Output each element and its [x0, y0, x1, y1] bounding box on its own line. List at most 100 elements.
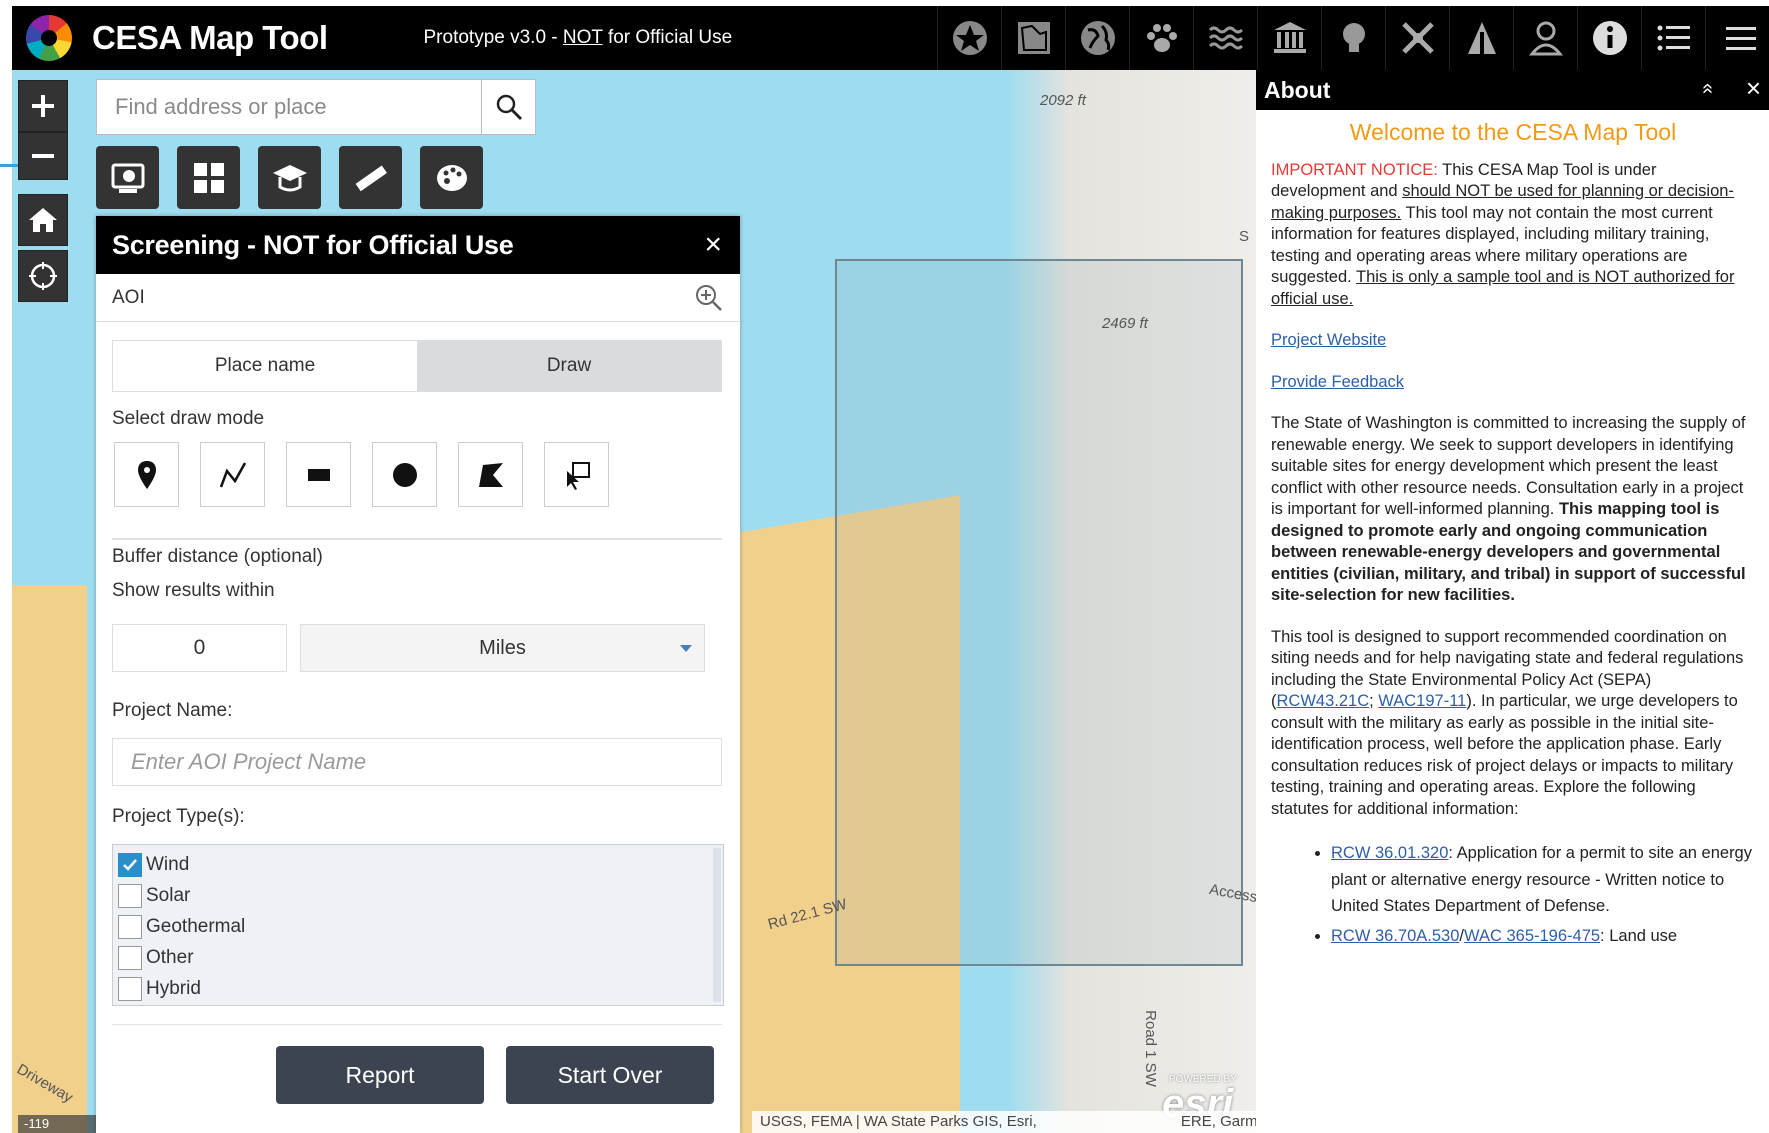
water-icon[interactable]: [1193, 6, 1257, 70]
about-panel-header: About « ×: [1256, 70, 1769, 110]
draw-rectangle-button[interactable]: [286, 442, 351, 507]
star-icon[interactable]: [937, 6, 1001, 70]
draw-circle-button[interactable]: [372, 442, 437, 507]
project-name-input[interactable]: [113, 739, 721, 785]
elevation-label: 2092 ft: [1040, 92, 1086, 109]
list-scrollbar[interactable]: [713, 848, 721, 1002]
search-input[interactable]: [97, 80, 481, 134]
circle-icon: [392, 462, 417, 487]
subtitle-prefix: Prototype v3.0 -: [423, 27, 563, 48]
separator-text: ;: [1369, 692, 1379, 710]
statute-link[interactable]: RCW 36.01.320: [1331, 844, 1448, 862]
point-icon: [137, 460, 156, 489]
elevation-label: 2469 ft: [1102, 315, 1148, 332]
notice-label: IMPORTANT NOTICE:: [1271, 160, 1438, 179]
attribution-right: ERE, Garmin, FAO, NOAA, USGS, Bure: [1180, 1113, 1257, 1130]
list-item[interactable]: Other: [113, 942, 723, 973]
polyline-icon: [219, 461, 246, 487]
aoi-rectangle[interactable]: [835, 259, 1243, 966]
tower-icon[interactable]: [1449, 6, 1513, 70]
layers-icon[interactable]: [1001, 6, 1065, 70]
about-close-button[interactable]: ×: [1746, 73, 1761, 104]
screening-tool-button[interactable]: [96, 146, 159, 209]
welcome-heading: Welcome to the CESA Map Tool: [1349, 119, 1677, 145]
checkmark-icon: [123, 858, 137, 871]
screening-icon: [111, 163, 144, 193]
show-results-label: Show results within: [112, 580, 275, 601]
wac-link[interactable]: WAC197-11: [1378, 692, 1466, 710]
draw-polygon-button[interactable]: [458, 442, 523, 507]
home-button[interactable]: [18, 194, 68, 246]
zoom-out-button[interactable]: [18, 132, 68, 180]
zoom-to-icon[interactable]: [694, 283, 724, 313]
basemap-gallery-button[interactable]: [177, 146, 240, 209]
cesa-logo-icon: [26, 15, 72, 61]
graduation-cap-icon: [272, 164, 307, 191]
checkbox-solar[interactable]: [118, 883, 142, 908]
buffer-unit-select[interactable]: Miles: [300, 624, 705, 672]
paw-icon[interactable]: [1129, 6, 1193, 70]
list-item[interactable]: Solar: [113, 880, 723, 911]
subtitle-not: NOT: [562, 27, 603, 48]
link-row: Provide Feedback: [1271, 372, 1755, 394]
menu-icon[interactable]: [1705, 6, 1769, 70]
list-item[interactable]: Geothermal: [113, 911, 723, 942]
user-icon[interactable]: [1513, 6, 1577, 70]
education-button[interactable]: [258, 146, 321, 209]
panel-close-button[interactable]: ×: [704, 230, 722, 260]
draw-point-button[interactable]: [114, 442, 179, 507]
about-title: About: [1264, 76, 1331, 103]
about-panel: About « × Welcome to the CESA Map Tool I…: [1256, 70, 1769, 1133]
tab-draw[interactable]: Draw: [417, 341, 721, 391]
collapse-icon[interactable]: «: [1696, 83, 1719, 94]
important-notice: IMPORTANT NOTICE: This CESA Map Tool is …: [1271, 160, 1755, 311]
search-button[interactable]: [481, 80, 535, 134]
aoi-section-header[interactable]: AOI: [96, 274, 740, 322]
statute-link[interactable]: WAC 365-196-475: [1464, 927, 1600, 945]
project-name-label: Project Name:: [112, 700, 233, 721]
aoi-label: AOI: [112, 286, 145, 308]
search-bar: [96, 79, 536, 135]
header-toolbar: [937, 6, 1769, 70]
draw-mode-buttons: [114, 442, 609, 507]
start-over-button[interactable]: Start Over: [506, 1046, 714, 1104]
widget-toolbar: [96, 146, 483, 209]
locate-button[interactable]: [18, 250, 68, 302]
checkbox-hybrid[interactable]: [118, 976, 142, 1001]
aoi-mode-tabs: Place name Draw: [112, 340, 722, 392]
provide-feedback-link[interactable]: Provide Feedback: [1271, 373, 1404, 391]
list-item[interactable]: Wind: [113, 849, 723, 880]
report-button[interactable]: Report: [276, 1046, 484, 1104]
buffer-unit-value: Miles: [479, 636, 526, 659]
draw-polyline-button[interactable]: [200, 442, 265, 507]
checkbox-geothermal[interactable]: [118, 914, 142, 939]
draw-tool-button[interactable]: [420, 146, 483, 209]
building-icon[interactable]: [1257, 6, 1321, 70]
lightbulb-icon[interactable]: [1321, 6, 1385, 70]
info-icon[interactable]: [1577, 6, 1641, 70]
screening-panel-header: Screening - NOT for Official Use ×: [96, 216, 740, 274]
tab-place-name[interactable]: Place name: [113, 341, 417, 391]
list-icon[interactable]: [1641, 6, 1705, 70]
measure-button[interactable]: [339, 146, 402, 209]
panel-title: Screening - NOT for Official Use: [112, 229, 514, 260]
list-item[interactable]: Hybrid: [113, 973, 723, 1004]
app-header: CESA Map Tool Prototype v3.0 - NOT for O…: [12, 6, 1769, 70]
project-website-link[interactable]: Project Website: [1271, 331, 1386, 349]
rcw-link[interactable]: RCW43.21C: [1277, 692, 1370, 710]
draw-mode-label: Select draw mode: [112, 408, 265, 429]
project-types-label: Project Type(s):: [112, 806, 245, 827]
checkbox-wind[interactable]: [118, 852, 142, 877]
military-icon[interactable]: [1385, 6, 1449, 70]
checkbox-label: Geothermal: [146, 915, 246, 937]
home-icon: [29, 208, 57, 232]
globe-icon[interactable]: [1065, 6, 1129, 70]
zoom-in-button[interactable]: [18, 80, 68, 132]
search-icon: [496, 94, 522, 121]
checkbox-other[interactable]: [118, 945, 142, 970]
app-subtitle: Prototype v3.0 - NOT for Official Use: [424, 27, 733, 49]
draw-select-button[interactable]: [544, 442, 609, 507]
buffer-distance-input[interactable]: 0: [112, 624, 287, 672]
statute-link[interactable]: RCW 36.70A.530: [1331, 927, 1459, 945]
subtitle-suffix: for Official Use: [602, 27, 733, 48]
